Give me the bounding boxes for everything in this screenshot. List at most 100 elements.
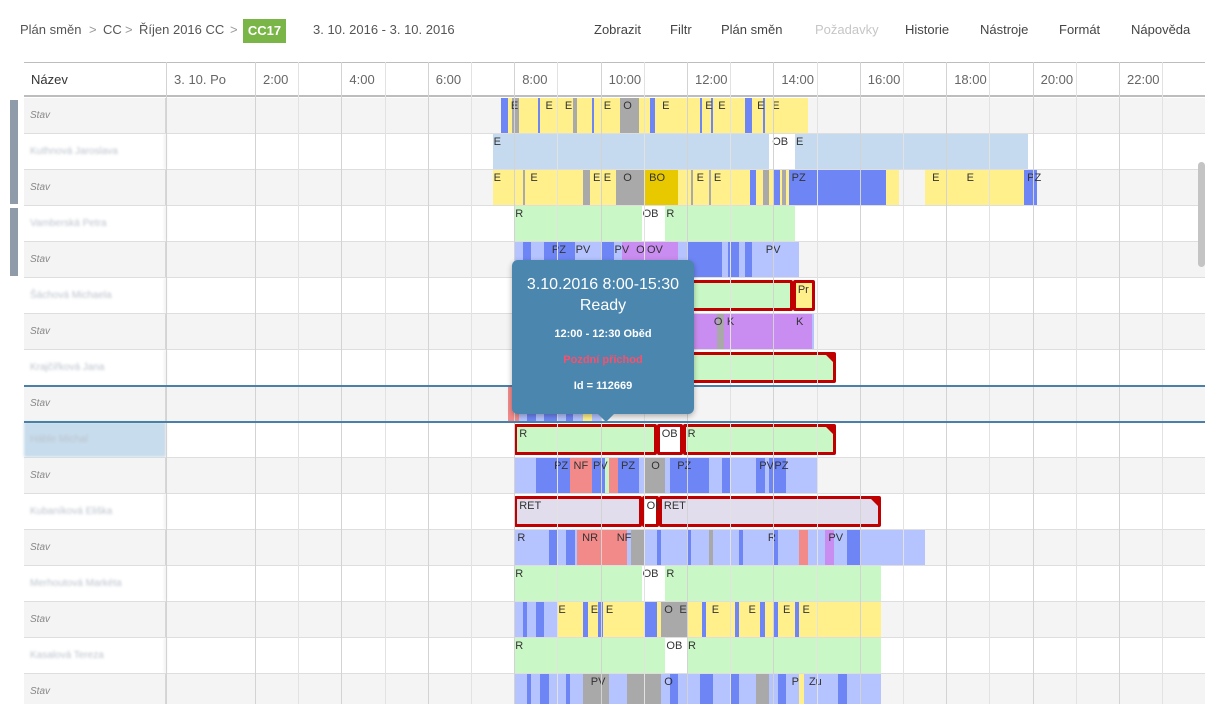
status-row[interactable]: StavPZNFPVPZOPZPVPZ [24, 458, 1205, 494]
status-segment[interactable] [656, 530, 662, 565]
status-segment[interactable] [838, 674, 847, 704]
status-segment[interactable] [522, 602, 528, 637]
menu-filtr[interactable]: Filtr [670, 22, 692, 37]
status-segment[interactable] [591, 98, 595, 133]
employee-name[interactable]: Krajčířková Jana [24, 350, 166, 385]
grid-line [1119, 62, 1120, 704]
status-segment[interactable] [745, 98, 752, 133]
status-segment[interactable] [777, 674, 787, 704]
status-segment[interactable] [799, 674, 804, 704]
status-segment[interactable] [734, 602, 739, 637]
status-segment[interactable] [537, 98, 541, 133]
breadcrumb-month[interactable]: Říjen 2016 CC [139, 22, 224, 37]
employee-name[interactable]: Háble Michal [24, 422, 166, 457]
status-segment[interactable] [514, 206, 642, 241]
shift-block[interactable]: Pr [792, 280, 816, 311]
status-segment[interactable] [756, 674, 770, 704]
segment-label: PZ [791, 172, 806, 184]
status-segment[interactable] [749, 170, 757, 205]
shift-block[interactable]: R [682, 424, 837, 455]
menu-format[interactable]: Formát [1059, 22, 1100, 37]
shift-block[interactable]: R [514, 424, 657, 455]
status-segment[interactable] [924, 170, 1029, 205]
status-segment[interactable] [846, 530, 860, 565]
vertical-scrollbar[interactable] [1198, 162, 1205, 267]
employee-name[interactable]: Kuthnová Jaroslava [24, 134, 166, 169]
status-segment[interactable] [799, 530, 808, 565]
shift-block[interactable]: RET [658, 496, 882, 527]
employee-name[interactable]: Merhoutová Markéta [24, 566, 166, 601]
status-segment[interactable] [702, 602, 707, 637]
segment-label: E [932, 172, 940, 184]
column-header-name[interactable]: Název [24, 63, 166, 96]
status-segment[interactable] [708, 530, 713, 565]
status-segment[interactable] [708, 170, 711, 205]
status-segment[interactable] [745, 242, 752, 277]
breadcrumb-shift-plan[interactable]: Plán směn [20, 22, 81, 37]
segment-label: R [666, 208, 675, 220]
menu-nastroje[interactable]: Nástroje [980, 22, 1028, 37]
status-segment[interactable] [630, 530, 644, 565]
status-segment[interactable] [760, 602, 765, 637]
grid-line [903, 62, 904, 704]
employee-row[interactable]: Kasalová Tereza R OB R [24, 638, 1205, 674]
breadcrumb-active-badge[interactable]: CC17 [243, 19, 286, 43]
status-segment[interactable] [643, 602, 657, 637]
status-segment[interactable] [522, 170, 525, 205]
status-segment[interactable] [699, 674, 713, 704]
status-segment[interactable] [514, 530, 925, 565]
status-segment[interactable] [721, 458, 731, 493]
status-segment[interactable] [609, 458, 618, 493]
segment-label: E [493, 172, 501, 184]
status-segment[interactable] [540, 674, 549, 704]
segment-label: E [718, 100, 726, 112]
breadcrumb-cc[interactable]: CC [103, 22, 122, 37]
status-segment[interactable] [699, 98, 703, 133]
status-segment[interactable] [501, 98, 508, 133]
employee-row[interactable]: Háble Michal R OB R [24, 422, 1205, 458]
employee-name[interactable]: Vamberská Petra [24, 206, 166, 241]
menu-plan-smen[interactable]: Plán směn [721, 22, 782, 37]
shift-corner-marker [870, 498, 880, 507]
employee-row[interactable]: Kuthnová Jaroslava E OB E [24, 134, 1205, 170]
status-segment[interactable] [527, 674, 532, 704]
grid-line [427, 62, 429, 704]
status-segment[interactable] [566, 674, 571, 704]
employee-row[interactable]: Vamberská Petra R OB R [24, 206, 1205, 242]
shift-block[interactable]: OB [656, 424, 683, 455]
status-row[interactable]: StavEEEEOEEEEE [24, 98, 1205, 134]
status-segment[interactable] [730, 674, 739, 704]
status-segment[interactable] [687, 638, 882, 673]
status-segment[interactable] [572, 98, 577, 133]
status-row[interactable]: Stav PV O P Zu [24, 674, 1205, 704]
status-row[interactable]: Stav E E E O E E E E E [24, 602, 1205, 638]
employee-name[interactable]: Kasalová Tereza [24, 638, 166, 673]
status-segment[interactable] [738, 530, 744, 565]
menu-napoveda[interactable]: Nápověda [1131, 22, 1190, 37]
employee-row[interactable]: Merhoutová Markéta R OB R [24, 566, 1205, 602]
status-segment[interactable] [583, 170, 590, 205]
status-segment[interactable] [566, 530, 575, 565]
status-row[interactable]: Stav R NR NF R PV [24, 530, 1205, 566]
status-segment[interactable] [583, 602, 588, 637]
menu-zobrazit[interactable]: Zobrazit [594, 22, 641, 37]
status-segment[interactable] [795, 602, 800, 637]
status-segment[interactable] [795, 134, 1029, 169]
status-segment[interactable] [492, 134, 770, 169]
employee-name[interactable]: Šáchová Michaela [24, 278, 166, 313]
menu-historie[interactable]: Historie [905, 22, 949, 37]
status-segment[interactable] [762, 170, 770, 205]
status-segment[interactable] [535, 602, 545, 637]
employee-name[interactable]: Kubaníková Eliška [24, 494, 166, 529]
employee-row[interactable]: Kubaníková Eliška RET OB RET [24, 494, 1205, 530]
status-segment[interactable] [782, 170, 787, 205]
shift-block[interactable]: RET [514, 496, 642, 527]
status-segment[interactable] [514, 602, 882, 637]
status-segment[interactable] [514, 638, 666, 673]
status-segment[interactable] [777, 314, 813, 349]
status-segment[interactable] [691, 170, 694, 205]
status-segment[interactable] [514, 566, 642, 601]
status-row[interactable]: Stav E E E E O BO E E PZ E E PZ [24, 170, 1205, 206]
status-segment[interactable] [548, 530, 558, 565]
status-segment[interactable] [650, 98, 655, 133]
